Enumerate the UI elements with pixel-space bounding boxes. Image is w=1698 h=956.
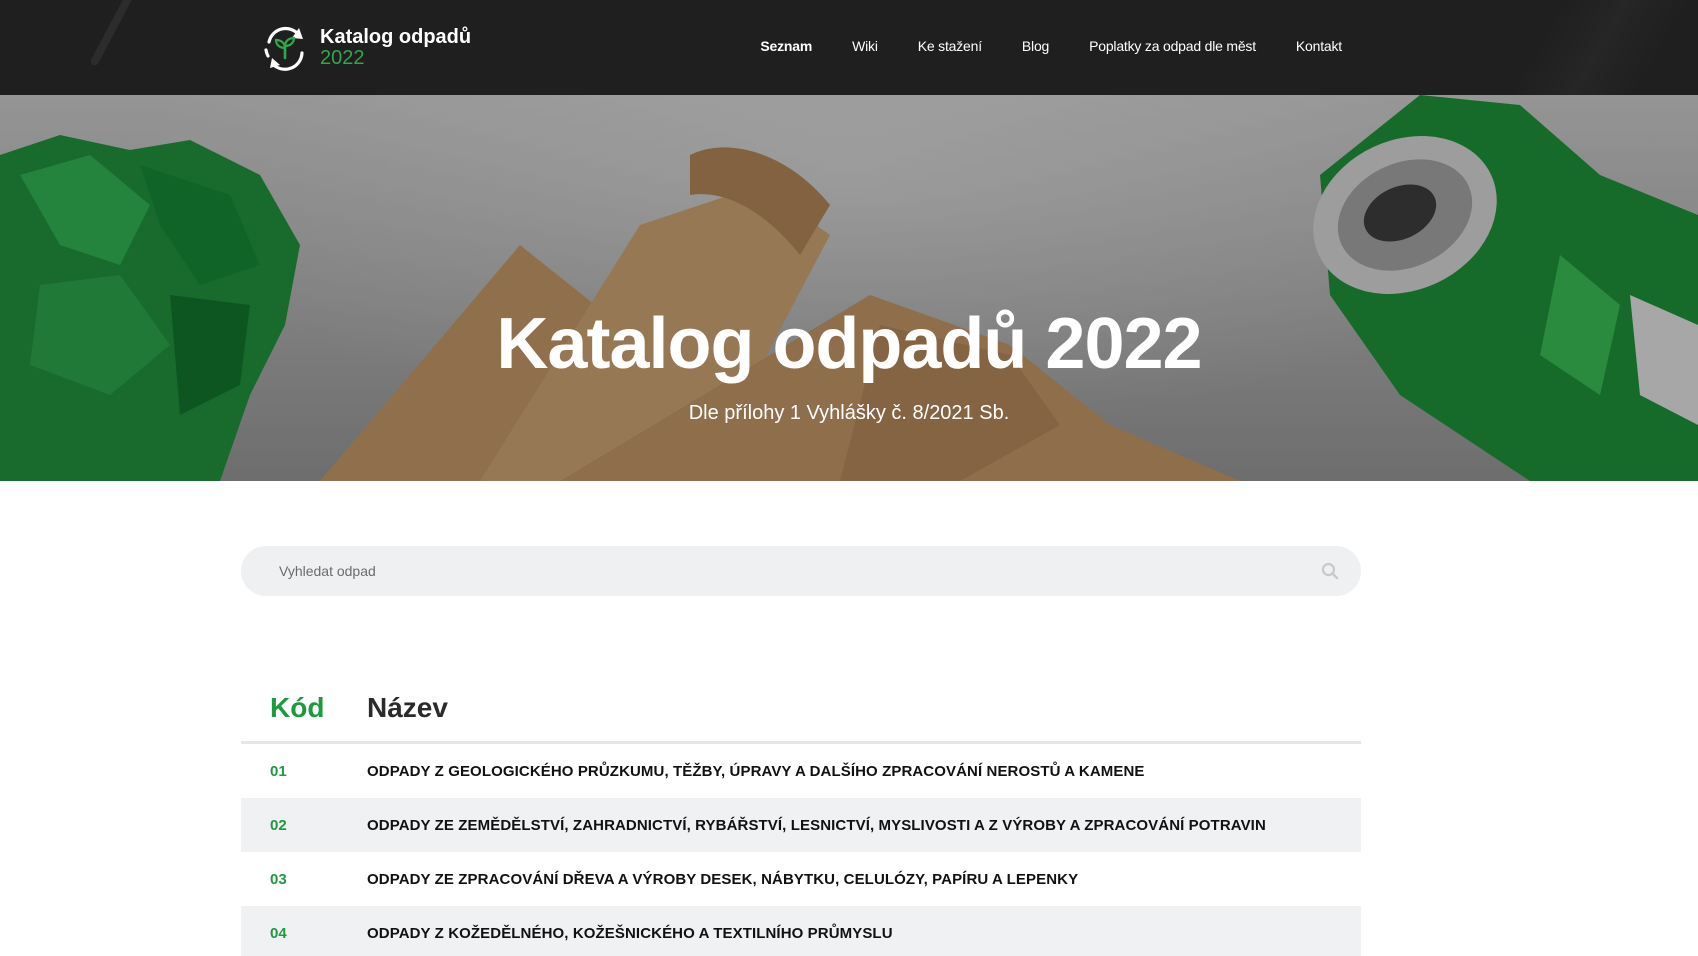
column-header-name: Název [367, 692, 448, 723]
nav-item-kontakt[interactable]: Kontakt [1296, 38, 1342, 54]
top-navigation-bar: Katalog odpadů 2022 Seznam Wiki Ke staže… [0, 0, 1698, 95]
hero-title: Katalog odpadů 2022 [496, 304, 1202, 384]
table-header: Kód Název [241, 680, 1361, 744]
site-logo[interactable]: Katalog odpadů 2022 [259, 22, 471, 74]
nav-item-seznam[interactable]: Seznam [760, 38, 812, 54]
nav-item-blog[interactable]: Blog [1022, 38, 1049, 54]
row-code: 01 [270, 763, 287, 780]
logo-text: Katalog odpadů 2022 [320, 27, 471, 69]
table-row[interactable]: 02 ODPADY ZE ZEMĚDĚLSTVÍ, ZAHRADNICTVÍ, … [241, 798, 1361, 852]
main-menu: Seznam Wiki Ke stažení Blog Poplatky za … [720, 38, 1342, 54]
decorative-pen [89, 0, 139, 67]
row-code: 02 [270, 817, 287, 834]
column-header-code: Kód [270, 692, 325, 723]
hero-banner: Katalog odpadů 2022 Dle přílohy 1 Vyhláš… [0, 95, 1698, 481]
nav-item-ke-stazeni[interactable]: Ke stažení [918, 38, 982, 54]
logo-year: 2022 [320, 47, 365, 69]
recycle-leaf-icon [264, 26, 304, 71]
row-code: 04 [270, 925, 287, 942]
row-name-link[interactable]: ODPADY Z KOŽEDĚLNÉHO, KOŽEŠNICKÉHO A TEX… [367, 925, 893, 942]
search-icon[interactable] [1321, 562, 1339, 580]
nav-item-poplatky[interactable]: Poplatky za odpad dle měst [1089, 38, 1256, 54]
search-bar [241, 546, 1361, 596]
table-row[interactable]: 01 ODPADY Z GEOLOGICKÉHO PRŮZKUMU, TĚŽBY… [241, 744, 1361, 798]
hero-subtitle: Dle přílohy 1 Vyhlášky č. 8/2021 Sb. [688, 402, 1010, 424]
header-texture [1438, 0, 1698, 95]
table-row[interactable]: 03 ODPADY ZE ZPRACOVÁNÍ DŘEVA A VÝROBY D… [241, 852, 1361, 906]
search-input[interactable] [279, 546, 1279, 596]
row-name-link[interactable]: ODPADY ZE ZEMĚDĚLSTVÍ, ZAHRADNICTVÍ, RYB… [367, 817, 1266, 834]
waste-catalog-table: Kód Název 01 ODPADY Z GEOLOGICKÉHO PRŮZK… [241, 680, 1361, 956]
nav-item-wiki[interactable]: Wiki [852, 38, 878, 54]
table-row[interactable]: 04 ODPADY Z KOŽEDĚLNÉHO, KOŽEŠNICKÉHO A … [241, 906, 1361, 956]
row-code: 03 [270, 871, 287, 888]
row-name-link[interactable]: ODPADY Z GEOLOGICKÉHO PRŮZKUMU, TĚŽBY, Ú… [367, 763, 1145, 780]
row-name-link[interactable]: ODPADY ZE ZPRACOVÁNÍ DŘEVA A VÝROBY DESE… [367, 871, 1078, 888]
logo-title: Katalog odpadů [320, 26, 472, 48]
